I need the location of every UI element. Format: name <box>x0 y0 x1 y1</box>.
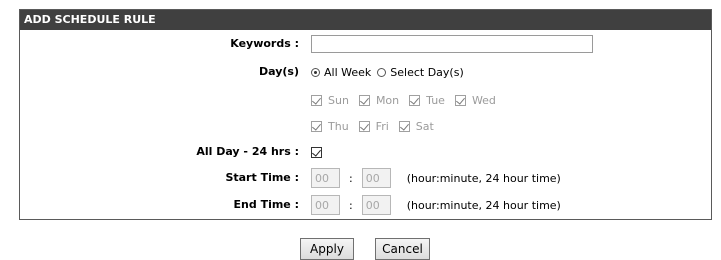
end-time-row: End Time : : (hour:minute, 24 hour time) <box>20 194 711 216</box>
end-minute-input[interactable] <box>361 195 391 215</box>
keywords-input[interactable] <box>311 35 593 53</box>
thu-checkbox[interactable] <box>311 120 322 132</box>
start-time-colon: : <box>349 171 353 185</box>
all-week-radio[interactable] <box>311 67 320 77</box>
all-day-checkbox[interactable] <box>311 146 322 158</box>
day-wed: Wed <box>454 93 496 107</box>
start-hour-input[interactable] <box>311 168 340 188</box>
end-time-colon: : <box>349 198 353 212</box>
all-week-label: All Week <box>324 65 372 79</box>
select-days-label: Select Day(s) <box>390 65 464 79</box>
wed-label: Wed <box>471 93 496 107</box>
fri-label: Fri <box>375 119 389 133</box>
keywords-label: Keywords : <box>230 37 299 50</box>
start-time-hint: (hour:minute, 24 hour time) <box>406 171 561 185</box>
day-mon: Mon <box>358 93 400 107</box>
sun-label: Sun <box>328 93 349 107</box>
tue-label: Tue <box>426 93 445 107</box>
thu-label: Thu <box>328 119 349 133</box>
all-day-label: All Day - 24 hrs : <box>196 145 299 158</box>
mon-checkbox[interactable] <box>358 94 370 106</box>
panel-title: ADD SCHEDULE RULE <box>20 10 711 30</box>
start-minute-input[interactable] <box>361 168 391 188</box>
day-thu: Thu <box>311 120 349 133</box>
end-time-label: End Time : <box>233 198 299 211</box>
mon-label: Mon <box>375 93 400 107</box>
weekdays-row-2: Thu Fri Sat <box>20 115 711 137</box>
fri-checkbox[interactable] <box>358 120 370 132</box>
sun-checkbox[interactable] <box>311 94 322 106</box>
all-day-row: All Day - 24 hrs : <box>20 141 711 163</box>
end-hour-input[interactable] <box>311 195 340 215</box>
day-fri: Fri <box>358 119 389 133</box>
keywords-row: Keywords : <box>20 33 711 55</box>
schedule-rule-panel: ADD SCHEDULE RULE Keywords : Day(s) All … <box>19 9 712 220</box>
end-time-hint: (hour:minute, 24 hour time) <box>406 198 561 212</box>
cancel-button[interactable]: Cancel <box>375 238 430 260</box>
day-sun: Sun <box>311 94 349 107</box>
sat-checkbox[interactable] <box>398 120 410 132</box>
day-tue: Tue <box>409 94 445 107</box>
days-row: Day(s) All Week Select Day(s) <box>20 61 711 83</box>
select-days-radio[interactable] <box>377 67 387 77</box>
days-label: Day(s) <box>259 65 299 78</box>
weekdays-row-1: Sun Mon Tue Wed <box>20 89 711 111</box>
day-sat: Sat <box>398 119 434 133</box>
start-time-row: Start Time : : (hour:minute, 24 hour tim… <box>20 167 711 189</box>
apply-button[interactable]: Apply <box>300 238 354 260</box>
tue-checkbox[interactable] <box>409 94 421 106</box>
start-time-label: Start Time : <box>225 171 299 184</box>
sat-label: Sat <box>415 119 434 133</box>
wed-checkbox[interactable] <box>454 94 466 106</box>
